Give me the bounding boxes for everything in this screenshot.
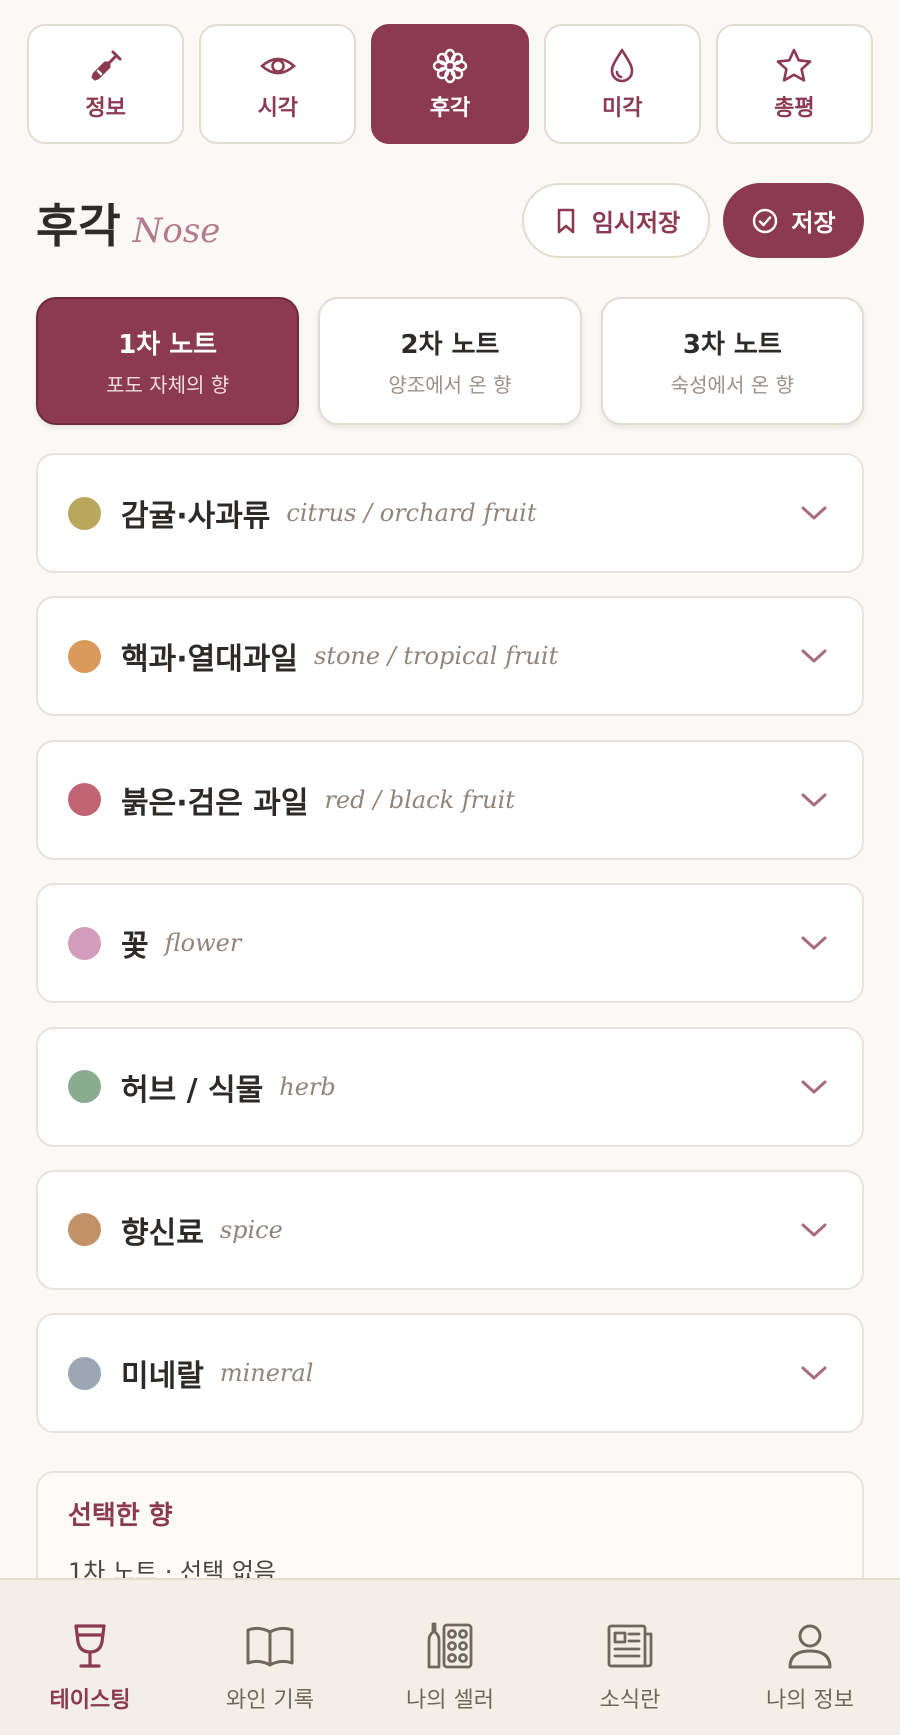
- cellar-icon: [424, 1620, 476, 1672]
- nav-label: 나의 셀러: [406, 1688, 494, 1713]
- category-name-en: stone / tropical fruit: [314, 642, 559, 671]
- aroma-category-herb[interactable]: 허브 / 식물 herb: [36, 1026, 864, 1147]
- category-color-dot: [68, 639, 101, 673]
- chevron-down-icon: [801, 936, 827, 950]
- wine-bottle-icon: [86, 46, 126, 86]
- note-tab-primary[interactable]: 1차 노트 포도 자체의 향: [36, 297, 300, 425]
- save-label: 저장: [791, 209, 836, 237]
- category-color-dot: [68, 1070, 101, 1104]
- bottom-nav: 테이스팅 와인 기록 나의 셀러 소식란 나의 정보: [0, 1578, 900, 1735]
- page-title-en: Nose: [132, 211, 221, 251]
- chevron-down-icon: [801, 649, 827, 663]
- chevron-down-icon: [801, 1366, 827, 1380]
- chevron-down-icon: [801, 1080, 827, 1094]
- category-color-dot: [68, 496, 101, 530]
- tab-overall[interactable]: 총평: [715, 24, 874, 144]
- person-icon: [784, 1620, 836, 1672]
- note-tab-tertiary[interactable]: 3차 노트 숙성에서 온 향: [600, 297, 864, 425]
- category-name-en: herb: [279, 1072, 336, 1101]
- star-icon: [774, 46, 814, 86]
- nav-label: 와인 기록: [226, 1688, 314, 1713]
- note-tab-sub: 포도 자체의 향: [106, 373, 230, 397]
- bookmark-icon: [552, 207, 580, 235]
- category-name: 향신료: [121, 1215, 204, 1251]
- book-icon: [244, 1620, 296, 1672]
- draft-save-button[interactable]: 임시저장: [522, 183, 710, 258]
- aroma-category-mineral[interactable]: 미네랄 mineral: [36, 1313, 864, 1434]
- app-root: 정보 시각 후각 미각 총평 후각 Nose 임시저장 저장 1차 노트 포도 …: [0, 0, 900, 1735]
- category-name: 핵과·열대과일: [121, 642, 298, 678]
- wine-glass-icon: [64, 1620, 116, 1672]
- tab-label: 총평: [774, 96, 815, 121]
- category-name: 붉은·검은 과일: [121, 785, 309, 821]
- drop-icon: [602, 46, 642, 86]
- category-name: 꽃: [121, 929, 149, 965]
- nav-label: 나의 정보: [766, 1688, 854, 1713]
- category-name: 감귤·사과류: [121, 499, 271, 534]
- tab-nose[interactable]: 후각: [371, 24, 529, 144]
- tab-label: 미각: [601, 96, 643, 121]
- news-icon: [604, 1620, 656, 1672]
- aroma-category-spice[interactable]: 향신료 spice: [36, 1169, 864, 1290]
- aroma-category-list: 감귤·사과류 citrus / orchard fruit 핵과·열대과일 st…: [36, 453, 864, 1457]
- tab-info[interactable]: 정보: [27, 24, 185, 144]
- category-name-en: mineral: [219, 1359, 314, 1388]
- aroma-category-flower[interactable]: 꽃 flower: [36, 883, 864, 1004]
- tab-label: 시각: [257, 96, 299, 121]
- aroma-category-citrus[interactable]: 감귤·사과류 citrus / orchard fruit: [36, 453, 864, 573]
- note-tab-title: 1차 노트: [118, 330, 218, 360]
- tab-sight[interactable]: 시각: [199, 24, 357, 144]
- tab-palate[interactable]: 미각: [543, 24, 701, 144]
- category-name-en: citrus / orchard fruit: [286, 499, 537, 527]
- category-name-en: spice: [219, 1215, 283, 1244]
- note-tab-sub: 숙성에서 온 향: [670, 373, 794, 397]
- category-color-dot: [68, 783, 101, 817]
- flower-icon: [430, 46, 470, 86]
- note-tab-title: 3차 노트: [682, 330, 782, 360]
- chevron-down-icon: [801, 793, 827, 807]
- nav-item-cellar[interactable]: 나의 셀러: [360, 1580, 540, 1735]
- nav-item-wine-log[interactable]: 와인 기록: [180, 1580, 360, 1735]
- tab-label: 정보: [85, 96, 126, 121]
- page-title-ko: 후각: [36, 199, 121, 253]
- aroma-category-stone-fruit[interactable]: 핵과·열대과일 stone / tropical fruit: [36, 596, 864, 717]
- nav-label: 테이스팅: [49, 1688, 131, 1713]
- note-tab-secondary[interactable]: 2차 노트 양조에서 온 향: [318, 297, 582, 425]
- page-title: 후각 Nose: [36, 190, 220, 256]
- category-color-dot: [68, 926, 101, 960]
- nav-item-news[interactable]: 소식란: [540, 1580, 720, 1735]
- category-name-en: flower: [164, 929, 242, 958]
- note-tab-title: 2차 노트: [400, 330, 500, 360]
- note-tabs: 1차 노트 포도 자체의 향 2차 노트 양조에서 온 향 3차 노트 숙성에서…: [36, 297, 864, 425]
- nav-item-tasting[interactable]: 테이스팅: [0, 1580, 180, 1735]
- category-name: 미네랄: [121, 1359, 204, 1395]
- chevron-down-icon: [801, 1223, 827, 1237]
- chevron-down-icon: [801, 506, 827, 520]
- draft-save-label: 임시저장: [591, 209, 681, 237]
- save-button[interactable]: 저장: [723, 183, 864, 258]
- tab-label: 후각: [429, 96, 471, 121]
- step-tabs: 정보 시각 후각 미각 총평: [27, 24, 874, 144]
- eye-icon: [258, 46, 298, 86]
- selected-aroma-title: 선택한 향: [68, 1501, 173, 1531]
- aroma-category-red-fruit[interactable]: 붉은·검은 과일 red / black fruit: [36, 739, 864, 860]
- category-name-en: red / black fruit: [324, 785, 515, 814]
- nav-item-profile[interactable]: 나의 정보: [720, 1580, 900, 1735]
- nav-label: 소식란: [599, 1688, 661, 1713]
- category-name: 허브 / 식물: [121, 1072, 264, 1108]
- note-tab-sub: 양조에서 온 향: [388, 373, 512, 397]
- category-color-dot: [68, 1213, 101, 1247]
- category-color-dot: [68, 1356, 101, 1390]
- check-circle-icon: [751, 207, 779, 235]
